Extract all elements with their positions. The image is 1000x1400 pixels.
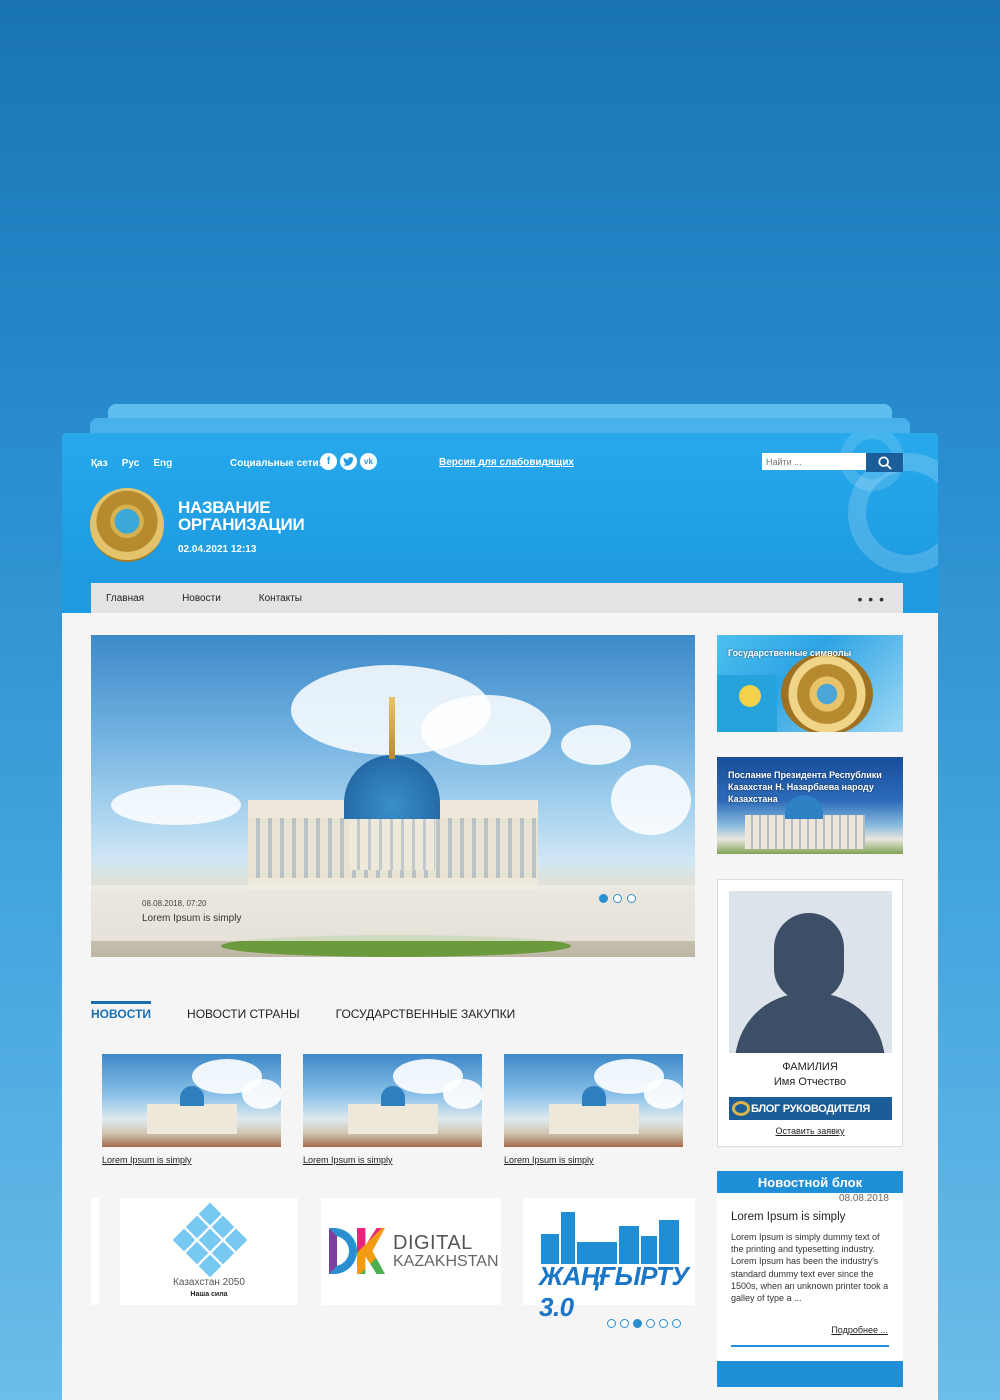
partners-dots xyxy=(607,1319,681,1328)
read-more-link[interactable]: Подробнее ... xyxy=(831,1325,888,1335)
carousel-dot[interactable] xyxy=(672,1319,681,1328)
social-icons: f vk xyxy=(320,453,377,470)
partner-text: Наша сила xyxy=(190,1291,228,1298)
kazakhstan-2050-logo xyxy=(172,1202,248,1278)
banner-title: Послание Президента Республики Казахстан… xyxy=(728,770,882,804)
submit-request-link[interactable]: Оставить заявку xyxy=(718,1126,902,1136)
building-image xyxy=(745,815,865,849)
leader-name: Имя Отчество xyxy=(773,1076,847,1088)
cloud xyxy=(421,695,551,765)
nav-item-home[interactable]: Главная xyxy=(106,593,144,604)
banner-title: Государственные символы xyxy=(728,648,852,658)
news-block-date: 08.08.2018 xyxy=(838,1193,889,1204)
slide-building-spire xyxy=(389,697,395,759)
hero-slider[interactable]: 08.08.2018, 07:20 Lorem Ipsum is simply xyxy=(91,635,695,957)
language-switcher: Қаз Рус Eng xyxy=(91,455,186,471)
website-mockup: Қаз Рус Eng Социальные сети: f vk Версия… xyxy=(62,433,938,1400)
banner-president-address[interactable]: Послание Президента Республики Казахстан… xyxy=(717,757,903,854)
slider-dot[interactable] xyxy=(599,894,608,903)
news-cards: Lorem Ipsum is simply Lorem Ipsum is sim… xyxy=(102,1054,683,1165)
low-vision-link[interactable]: Версия для слабовидящих xyxy=(439,457,574,468)
carousel-dot[interactable] xyxy=(659,1319,668,1328)
news-block-header: Новостной блок xyxy=(717,1171,903,1193)
search-button[interactable] xyxy=(866,453,903,472)
leader-surname: ФАМИЛИЯ xyxy=(782,1061,838,1073)
slider-dots xyxy=(599,894,636,903)
news-block-footer xyxy=(717,1361,903,1387)
news-block-text: Lorem Ipsum is simply dummy text of the … xyxy=(731,1232,889,1304)
slider-dot[interactable] xyxy=(613,894,622,903)
search-icon xyxy=(877,455,892,470)
carousel-dot[interactable] xyxy=(620,1319,629,1328)
lang-rus[interactable]: Рус xyxy=(122,458,140,469)
organization-name: НАЗВАНИЕ ОРГАНИЗАЦИИ xyxy=(178,498,305,534)
cloud xyxy=(611,765,691,835)
user-silhouette-icon xyxy=(774,913,844,1001)
carousel-dot[interactable] xyxy=(633,1319,642,1328)
tab-country-news[interactable]: НОВОСТИ СТРАНЫ xyxy=(187,1001,300,1021)
leader-blog-widget: ФАМИЛИЯ Имя Отчество БЛОГ РУКОВОДИТЕЛЯ О… xyxy=(717,879,903,1147)
social-label: Социальные сети: xyxy=(230,458,322,469)
carousel-dot[interactable] xyxy=(607,1319,616,1328)
partner-text: DIGITAL xyxy=(393,1232,473,1254)
state-emblem-logo[interactable] xyxy=(90,488,164,562)
carousel-dot[interactable] xyxy=(646,1319,655,1328)
search-box xyxy=(762,453,903,472)
nav-item-contacts[interactable]: Контакты xyxy=(259,593,302,604)
vk-icon[interactable]: vk xyxy=(360,453,377,470)
news-card-image[interactable] xyxy=(303,1054,482,1147)
cloud xyxy=(561,725,631,765)
news-tabs: НОВОСТИ НОВОСТИ СТРАНЫ ГОСУДАРСТВЕННЫЕ З… xyxy=(91,1001,551,1021)
partner-zhangyrtu[interactable]: ЖАҢҒЫРТУ 3.0 xyxy=(523,1198,695,1322)
leader-blog-button[interactable]: БЛОГ РУКОВОДИТЕЛЯ xyxy=(729,1097,892,1120)
user-silhouette-icon xyxy=(735,993,885,1053)
news-card-image[interactable] xyxy=(504,1054,683,1147)
leader-blog-label: БЛОГ РУКОВОДИТЕЛЯ xyxy=(751,1102,870,1115)
partner-kazakhstan-2050[interactable]: Казахстан 2050 Наша сила xyxy=(120,1198,298,1305)
news-card-image[interactable] xyxy=(102,1054,281,1147)
slide-title[interactable]: Lorem Ipsum is simply xyxy=(142,913,241,924)
header-background xyxy=(903,583,938,613)
city-skyline-icon xyxy=(541,1212,681,1264)
avatar xyxy=(729,891,892,1053)
lang-eng[interactable]: Eng xyxy=(153,458,172,469)
partner-digital-kazakhstan[interactable]: DIGITAL KAZAKHSTAN xyxy=(321,1198,501,1305)
twitter-icon[interactable] xyxy=(340,453,357,470)
more-menu-icon[interactable]: • • • xyxy=(858,591,885,607)
divider xyxy=(731,1345,889,1347)
tab-news[interactable]: НОВОСТИ xyxy=(91,1001,152,1021)
news-block-title[interactable]: Lorem Ipsum is simply xyxy=(731,1211,845,1223)
tab-procurement[interactable]: ГОСУДАРСТВЕННЫЕ ЗАКУПКИ xyxy=(336,1001,516,1021)
partner-text: ЖАҢҒЫРТУ 3.0 xyxy=(539,1261,689,1322)
news-card-title[interactable]: Lorem Ipsum is simply xyxy=(303,1155,482,1165)
banner-state-symbols[interactable]: Государственные символы xyxy=(717,635,903,732)
nav-item-news[interactable]: Новости xyxy=(182,593,221,604)
news-card-title[interactable]: Lorem Ipsum is simply xyxy=(102,1155,281,1165)
partner-logo-edge[interactable] xyxy=(91,1198,99,1305)
news-block-widget: Новостной блок 08.08.2018 Lorem Ipsum is… xyxy=(717,1171,903,1387)
digital-kazakhstan-logo xyxy=(329,1228,387,1274)
news-card[interactable]: Lorem Ipsum is simply xyxy=(504,1054,683,1165)
search-input[interactable] xyxy=(762,453,866,470)
partner-text: KAZAKHSTAN xyxy=(393,1253,499,1270)
slide-building-dome xyxy=(344,755,440,819)
slide-date: 08.08.2018, 07:20 xyxy=(142,899,207,908)
ornament-icon xyxy=(732,1101,750,1116)
header-background xyxy=(62,583,91,613)
flag-image xyxy=(717,675,777,732)
current-datetime: 02.04.2021 12:13 xyxy=(178,544,257,555)
news-card-title[interactable]: Lorem Ipsum is simply xyxy=(504,1155,683,1165)
news-card[interactable]: Lorem Ipsum is simply xyxy=(102,1054,281,1165)
main-navigation: Главная Новости Контакты • • • xyxy=(91,583,903,613)
lang-kaz[interactable]: Қаз xyxy=(91,458,108,469)
emblem-image xyxy=(781,653,873,732)
slide-building-drum xyxy=(349,810,435,870)
news-card[interactable]: Lorem Ipsum is simply xyxy=(303,1054,482,1165)
facebook-icon[interactable]: f xyxy=(320,453,337,470)
partners-carousel: Казахстан 2050 Наша сила DIGITAL KAZAKHS… xyxy=(91,1198,695,1322)
cloud xyxy=(111,785,241,825)
partner-text: Казахстан 2050 xyxy=(173,1277,245,1288)
slider-dot[interactable] xyxy=(627,894,636,903)
